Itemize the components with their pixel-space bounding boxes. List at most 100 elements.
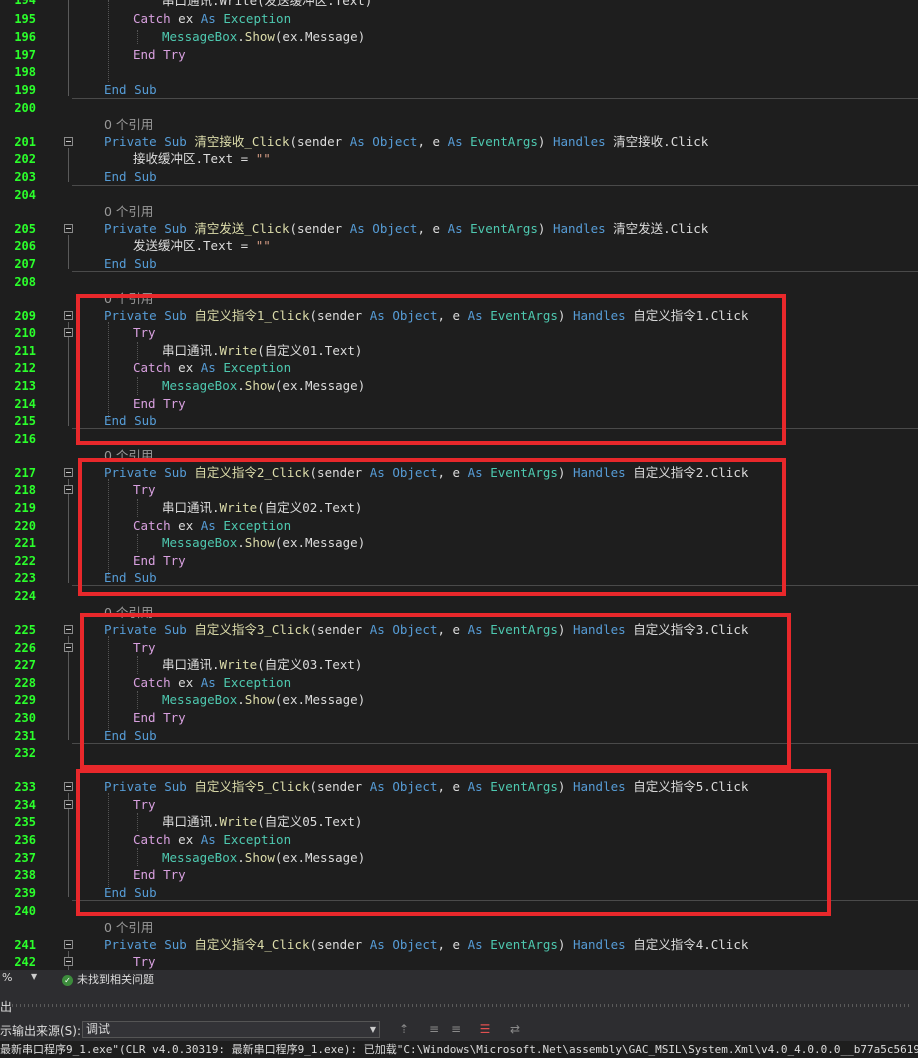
code-line-212[interactable]: Catch ex As Exception: [133, 359, 291, 377]
code-line-199[interactable]: End Sub: [104, 81, 157, 99]
code-token: End: [104, 413, 127, 428]
code-line-210[interactable]: Try: [133, 324, 156, 342]
output-source-label: 示输出来源(S):: [0, 1024, 82, 1038]
previous-message-icon[interactable]: ≡: [426, 1022, 442, 1036]
code-editor[interactable]: 194 195 196 197 198 199 200 201 202 203 204 205 206 2…: [0, 0, 918, 970]
pane-grip[interactable]: [12, 1004, 912, 1007]
collapse-toggle-icon[interactable]: [64, 643, 73, 652]
collapse-toggle-icon[interactable]: [64, 328, 73, 337]
code-token: Sub: [164, 937, 187, 952]
code-token: Exception: [223, 11, 292, 26]
code-line-197[interactable]: End Try: [133, 46, 186, 64]
code-line-196[interactable]: MessageBox.Show(ex.Message): [162, 28, 365, 46]
code-token: Write: [219, 343, 258, 358]
code-line-241[interactable]: Private Sub 自定义指令4_Click(sender As Objec…: [104, 936, 748, 954]
code-line-233[interactable]: Private Sub 自定义指令5_Click(sender As Objec…: [104, 778, 748, 796]
code-line-213[interactable]: MessageBox.Show(ex.Message): [162, 377, 365, 395]
codelens-reference-count[interactable]: 0 个引用: [104, 116, 153, 134]
code-line-215[interactable]: End Sub: [104, 412, 157, 430]
code-line-211[interactable]: 串口通讯.Write(自定义01.Text): [162, 342, 362, 360]
line-number: 208: [14, 275, 36, 289]
code-line-228[interactable]: Catch ex As Exception: [133, 674, 291, 692]
code-line-195[interactable]: Catch ex As Exception: [133, 10, 291, 28]
code-line-201[interactable]: Private Sub 清空接收_Click(sender As Object,…: [104, 133, 708, 151]
collapse-toggle-icon[interactable]: [64, 957, 73, 966]
line-number: 212: [14, 361, 36, 375]
word-wrap-icon[interactable]: ⇄: [507, 1022, 523, 1036]
issues-indicator[interactable]: ✓ 未找到相关问题: [62, 971, 154, 987]
code-token: .: [237, 378, 245, 393]
collapse-toggle-icon[interactable]: [64, 137, 73, 146]
code-token: Catch: [133, 518, 171, 533]
code-line-202[interactable]: 接收缓冲区.Text = "": [133, 150, 271, 168]
code-token: "": [255, 238, 271, 253]
output-source-value: 调试: [86, 1022, 111, 1036]
collapse-toggle-icon[interactable]: [64, 940, 73, 949]
code-line-222[interactable]: End Try: [133, 552, 186, 570]
codelens-reference-count[interactable]: 0 个引用: [104, 919, 153, 937]
code-token: , e: [437, 779, 468, 794]
code-line-218[interactable]: Try: [133, 481, 156, 499]
collapse-toggle-icon[interactable]: [64, 485, 73, 494]
code-line-214[interactable]: End Try: [133, 395, 186, 413]
codelens-reference-count[interactable]: 0 个引用: [104, 447, 153, 465]
indent-guide: [137, 342, 138, 360]
code-line-231[interactable]: End Sub: [104, 727, 157, 745]
code-token: 自定义指令3.Click: [633, 622, 749, 637]
code-line-217[interactable]: Private Sub 自定义指令2_Click(sender As Objec…: [104, 464, 748, 482]
code-line-205[interactable]: Private Sub 清空发送_Click(sender As Object,…: [104, 220, 708, 238]
code-line-223[interactable]: End Sub: [104, 569, 157, 587]
code-token: As: [369, 622, 385, 637]
code-token: Exception: [223, 360, 292, 375]
code-line-238[interactable]: End Try: [133, 866, 186, 884]
code-line-236[interactable]: Catch ex As Exception: [133, 831, 291, 849]
code-line-242[interactable]: Try: [133, 953, 156, 970]
codelens-reference-count[interactable]: 0 个引用: [104, 290, 153, 308]
code-line-203[interactable]: End Sub: [104, 168, 157, 186]
code-line-226[interactable]: Try: [133, 639, 156, 657]
collapse-toggle-icon[interactable]: [64, 800, 73, 809]
line-number: 233: [14, 780, 36, 794]
collapse-toggle-icon[interactable]: [64, 311, 73, 320]
codelens-reference-count[interactable]: 0 个引用: [104, 203, 153, 221]
code-line-237[interactable]: MessageBox.Show(ex.Message): [162, 849, 365, 867]
code-token: (sender: [309, 937, 370, 952]
code-line-234[interactable]: Try: [133, 796, 156, 814]
code-token: ex: [178, 832, 194, 847]
code-token: End: [133, 396, 156, 411]
collapse-toggle-icon[interactable]: [64, 224, 73, 233]
code-token: ex: [178, 675, 194, 690]
code-line-207[interactable]: End Sub: [104, 255, 157, 273]
collapse-toggle-icon[interactable]: [64, 625, 73, 634]
code-line-230[interactable]: End Try: [133, 709, 186, 727]
code-line-220[interactable]: Catch ex As Exception: [133, 517, 291, 535]
code-line-221[interactable]: MessageBox.Show(ex.Message): [162, 534, 365, 552]
code-line-206[interactable]: 发送缓冲区.Text = "": [133, 237, 271, 255]
code-line-194[interactable]: 串口通讯.Write(发送缓冲区.Text): [162, 0, 372, 10]
output-source-select[interactable]: 调试 ▼: [82, 1021, 380, 1038]
codelens-reference-count[interactable]: 0 个引用: [104, 604, 153, 622]
method-separator: [72, 743, 918, 744]
fold-rail: [68, 0, 69, 96]
line-number: 194: [14, 0, 36, 7]
code-line-235[interactable]: 串口通讯.Write(自定义05.Text): [162, 813, 362, 831]
code-line-229[interactable]: MessageBox.Show(ex.Message): [162, 691, 365, 709]
code-token: As: [200, 360, 216, 375]
line-number-gutter: 194 195 196 197 198 199 200 201 202 203 204 205 206 2…: [0, 0, 40, 970]
zoom-dropdown[interactable]: % ▼: [2, 971, 37, 986]
clear-all-icon[interactable]: ☰: [477, 1022, 493, 1036]
code-token: Object: [392, 308, 438, 323]
collapse-toggle-icon[interactable]: [64, 468, 73, 477]
code-line-227[interactable]: 串口通讯.Write(自定义03.Text): [162, 656, 362, 674]
code-line-239[interactable]: End Sub: [104, 884, 157, 902]
collapse-toggle-icon[interactable]: [64, 782, 73, 791]
find-message-icon[interactable]: ⇡: [396, 1022, 412, 1036]
code-token: 清空接收_Click: [194, 134, 290, 149]
code-line-219[interactable]: 串口通讯.Write(自定义02.Text): [162, 499, 362, 517]
indent-guide: [108, 322, 109, 418]
code-line-209[interactable]: Private Sub 自定义指令1_Click(sender As Objec…: [104, 307, 748, 325]
code-line-225[interactable]: Private Sub 自定义指令3_Click(sender As Objec…: [104, 621, 748, 639]
next-message-icon[interactable]: ≡: [448, 1022, 464, 1036]
code-token: End: [133, 867, 156, 882]
code-token: EventArgs: [470, 221, 538, 236]
